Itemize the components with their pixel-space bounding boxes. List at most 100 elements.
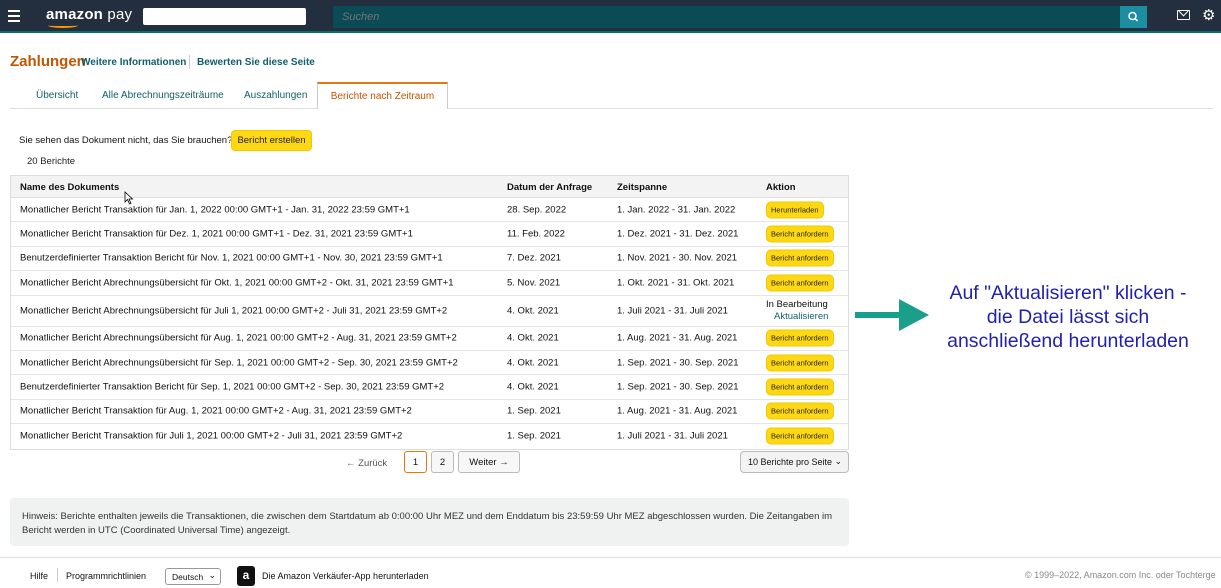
app-download-link[interactable]: Die Amazon Verkäufer-App herunterladen	[262, 571, 429, 581]
amazon-pay-logo[interactable]: amazon pay	[46, 6, 132, 23]
seller-app-icon[interactable]: a	[237, 566, 255, 586]
tab-reports-by-period[interactable]: Berichte nach Zeitraum	[317, 82, 448, 109]
menu-icon[interactable]	[8, 10, 20, 22]
document-name: Monatlicher Bericht Abrechnungsübersicht…	[20, 277, 454, 289]
rate-page-link[interactable]: Bewerten Sie diese Seite	[197, 57, 315, 68]
search-button[interactable]	[1120, 6, 1147, 28]
table-row: Monatlicher Bericht Transaktion für Aug.…	[11, 400, 848, 425]
per-page-label: 10 Berichte pro Seite	[748, 457, 833, 467]
request-date: 4. Okt. 2021	[507, 381, 559, 393]
table-row: Benutzerdefinierter Transaktion Bericht …	[11, 375, 848, 400]
request-report-button[interactable]: Bericht anfordern	[766, 274, 834, 292]
info-note: Hinweis: Berichte enthalten jeweils die …	[10, 498, 849, 546]
annotation-line-2: die Datei lässt sich	[986, 306, 1150, 328]
request-report-button[interactable]: Bericht anfordern	[766, 329, 834, 347]
status-in-progress: In Bearbeitung	[766, 298, 828, 310]
page-title: Zahlungen	[10, 53, 86, 70]
request-date: 4. Okt. 2021	[507, 332, 559, 344]
request-date: 5. Nov. 2021	[507, 277, 561, 289]
document-name: Monatlicher Bericht Transaktion für Aug.…	[20, 405, 412, 417]
table-row: Monatlicher Bericht Abrechnungsübersicht…	[11, 327, 848, 351]
tab-payouts[interactable]: Auszahlungen	[244, 90, 307, 101]
refresh-link[interactable]: Aktualisieren	[766, 311, 828, 323]
language-value: Deutsch	[172, 572, 204, 582]
request-date: 4. Okt. 2021	[507, 305, 559, 317]
report-count: 20 Berichte	[27, 156, 76, 167]
chevron-down-icon: ⌄	[834, 456, 842, 466]
column-header-period: Zeitspanne	[617, 182, 668, 193]
more-info-link[interactable]: Weitere Informationen	[81, 57, 186, 68]
document-name: Benutzerdefinierter Transaktion Bericht …	[20, 381, 445, 393]
request-report-button[interactable]: Bericht anfordern	[766, 378, 834, 396]
time-span: 1. Okt. 2021 - 31. Okt. 2021	[617, 277, 735, 289]
tab-overview[interactable]: Übersicht	[36, 90, 78, 101]
time-span: 1. Juli 2021 - 31. Juli 2021	[617, 305, 728, 317]
table-row: Monatlicher Bericht Abrechnungsübersicht…	[11, 351, 848, 376]
document-name: Monatlicher Bericht Transaktion für Dez.…	[20, 228, 413, 240]
help-link[interactable]: Hilfe	[30, 571, 48, 581]
time-span: 1. Dez. 2021 - 31. Dez. 2021	[617, 228, 739, 240]
document-name: Monatlicher Bericht Transaktion für Jan.…	[20, 204, 410, 216]
document-name: Benutzerdefinierter Transaktion Bericht …	[20, 252, 443, 264]
table-header: Name des Dokuments Datum der Anfrage Zei…	[11, 176, 848, 198]
table-row: Monatlicher Bericht Abrechnungsübersicht…	[11, 271, 848, 296]
request-report-button[interactable]: Bericht anfordern	[766, 249, 834, 267]
next-page-button[interactable]: Weiter →	[458, 451, 520, 473]
gear-icon[interactable]: ⚙	[1202, 6, 1215, 24]
create-report-button[interactable]: Bericht erstellen	[231, 130, 312, 151]
document-name: Monatlicher Bericht Abrechnungsübersicht…	[20, 305, 448, 317]
annotation-line-1: Auf "Aktualisieren" klicken -	[949, 282, 1187, 304]
footer-divider	[0, 557, 1221, 558]
request-date: 11. Feb. 2022	[507, 228, 565, 240]
time-span: 1. Juli 2021 - 31. Juli 2021	[617, 430, 728, 442]
column-header-action: Aktion	[766, 182, 796, 193]
program-policies-link[interactable]: Programmrichtlinien	[66, 571, 146, 581]
header-divider	[189, 55, 190, 69]
request-date: 28. Sep. 2022	[507, 204, 567, 216]
search-input[interactable]	[333, 6, 1120, 28]
annotation-arrow-icon	[899, 299, 929, 331]
request-date: 4. Okt. 2021	[507, 357, 559, 369]
language-select[interactable]: Deutsch ⌄	[165, 568, 221, 585]
request-report-button[interactable]: Bericht anfordern	[766, 402, 834, 420]
document-name: Monatlicher Bericht Abrechnungsübersicht…	[20, 332, 457, 344]
document-name: Monatlicher Bericht Abrechnungsübersicht…	[20, 357, 458, 369]
column-header-name: Name des Dokuments	[20, 182, 120, 193]
time-span: 1. Aug. 2021 - 31. Aug. 2021	[617, 405, 738, 417]
annotation-text: Auf "Aktualisieren" klicken - die Datei …	[930, 281, 1206, 353]
column-header-request-date: Datum der Anfrage	[507, 182, 593, 193]
chevron-down-icon: ⌄	[208, 570, 216, 580]
table-row: Monatlicher Bericht Transaktion für Jan.…	[11, 198, 848, 223]
time-span: 1. Aug. 2021 - 31. Aug. 2021	[617, 332, 738, 344]
table-row: Monatlicher Bericht Transaktion für Dez.…	[11, 222, 848, 247]
request-date: 1. Sep. 2021	[507, 405, 561, 417]
tab-all-settlement-periods[interactable]: Alle Abrechnungszeiträume	[102, 90, 224, 101]
request-date: 7. Dez. 2021	[507, 252, 561, 264]
footer-separator	[57, 568, 58, 582]
table-row: Monatlicher Bericht Abrechnungsübersicht…	[11, 296, 848, 327]
mouse-cursor-icon	[124, 191, 134, 205]
document-name: Monatlicher Bericht Transaktion für Juli…	[20, 430, 403, 442]
annotation-line-3: anschließend herunterladen	[947, 330, 1189, 352]
reports-table: Name des Dokuments Datum der Anfrage Zei…	[10, 175, 849, 450]
mail-icon[interactable]	[1177, 10, 1190, 20]
request-date: 1. Sep. 2021	[507, 430, 561, 442]
logo-smile-icon	[48, 23, 78, 28]
page-2-button[interactable]: 2	[431, 451, 454, 473]
time-span: 1. Nov. 2021 - 30. Nov. 2021	[617, 252, 738, 264]
tabs-divider	[10, 108, 1213, 109]
annotation-arrow-shaft	[855, 312, 905, 318]
time-span: 1. Sep. 2021 - 30. Sep. 2021	[617, 381, 739, 393]
report-prompt: Sie sehen das Dokument nicht, das Sie br…	[19, 135, 233, 146]
page-1-button[interactable]: 1	[404, 451, 427, 473]
account-selector[interactable]	[143, 8, 306, 25]
request-report-button[interactable]: Bericht anfordern	[766, 225, 834, 243]
request-report-button[interactable]: Bericht anfordern	[766, 354, 834, 372]
previous-page-button[interactable]: ← Zurück	[346, 458, 387, 469]
copyright-text: © 1999–2022, Amazon.com Inc. oder Tochte…	[1025, 570, 1216, 580]
download-button[interactable]: Herunterladen	[766, 201, 824, 219]
top-navigation-bar: amazon pay ⚙	[0, 0, 1221, 33]
per-page-select[interactable]: 10 Berichte pro Seite ⌄	[740, 451, 849, 473]
table-row: Benutzerdefinierter Transaktion Bericht …	[11, 247, 848, 272]
request-report-button[interactable]: Bericht anfordern	[766, 427, 834, 445]
